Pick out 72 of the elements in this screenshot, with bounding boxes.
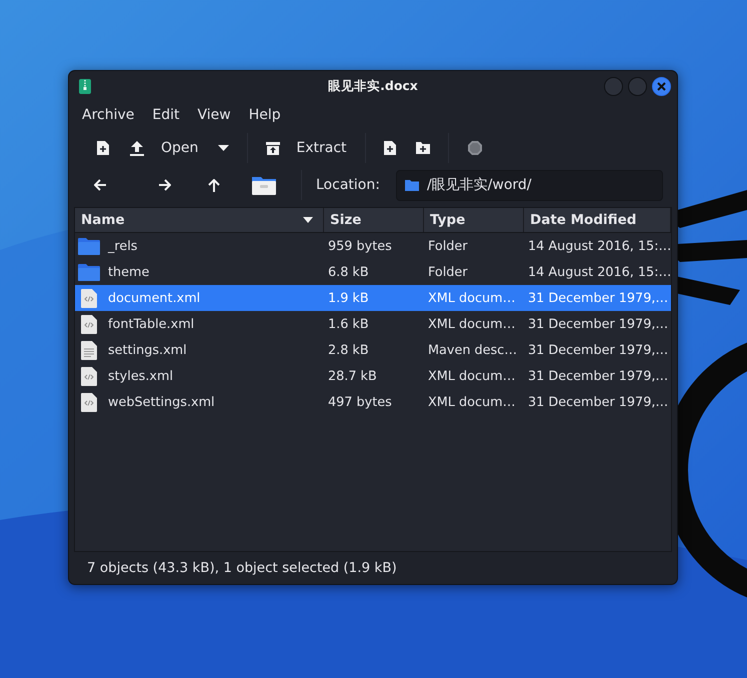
upload-icon <box>129 140 145 156</box>
menu-item[interactable]: Edit <box>143 107 189 123</box>
file-row[interactable]: fontTable.xml 1.6 kB XML docum… 31 December 1979,… <box>75 311 671 337</box>
folder-icon <box>252 175 276 195</box>
column-header[interactable]: Size <box>324 208 424 232</box>
stop-icon <box>466 140 483 156</box>
file-size: 28.7 kB <box>327 368 378 384</box>
close-icon <box>657 82 666 90</box>
back-arrow-icon <box>94 179 106 191</box>
box-icon <box>266 142 280 154</box>
file-type: XML docum… <box>427 394 516 410</box>
text-file-icon <box>81 340 97 360</box>
file-name: theme <box>107 264 150 280</box>
file-size: 2.8 kB <box>327 342 370 358</box>
file-name: styles.xml <box>107 368 174 384</box>
file-size: 1.9 kB <box>327 290 370 306</box>
file-date: 31 December 1979,… <box>527 316 670 332</box>
open-button[interactable]: Open <box>119 133 208 163</box>
location-label: Location: <box>301 170 380 200</box>
file-type: Maven desc… <box>427 342 518 358</box>
caret-icon <box>218 145 230 151</box>
xml-file-icon <box>81 392 97 412</box>
file-type: XML docum… <box>427 316 516 332</box>
file-row[interactable]: theme 6.8 kB Folder 14 August 2016, 15:… <box>75 259 671 285</box>
extract-button[interactable]: Extract <box>256 133 357 163</box>
sort-caret-icon <box>303 217 313 223</box>
file-row[interactable]: _rels 959 bytes Folder 14 August 2016, 15:… <box>75 233 671 259</box>
status-text: 7 objects (43.3 kB), 1 object selected (1.9 kB) <box>87 560 397 576</box>
close-button[interactable] <box>652 76 671 96</box>
file-size: 959 bytes <box>327 238 393 254</box>
file-row[interactable]: styles.xml 28.7 kB XML docum… 31 December 1979,… <box>75 363 671 389</box>
menu-item[interactable]: Help <box>240 107 290 123</box>
column-header[interactable]: Date Modified <box>524 208 671 232</box>
add-file-icon <box>384 141 396 155</box>
menu-item[interactable]: Archive <box>73 107 144 123</box>
file-name: webSettings.xml <box>107 394 216 410</box>
file-type: Folder <box>427 238 469 254</box>
file-name: document.xml <box>107 290 202 306</box>
add-folder-icon <box>416 142 430 154</box>
new-file-icon <box>97 141 109 155</box>
column-header[interactable]: Type <box>424 208 524 232</box>
location-field[interactable]: /眼见非实/word/ <box>396 170 663 200</box>
file-row[interactable]: settings.xml 2.8 kB Maven desc… 31 December 1979,… <box>75 337 671 363</box>
forward-arrow-icon <box>158 179 170 191</box>
file-size: 497 bytes <box>327 394 393 410</box>
file-date: 31 December 1979,… <box>527 342 670 358</box>
window-title: 眼见非实.docx <box>328 78 418 94</box>
xml-file-icon <box>81 366 97 386</box>
folder-icon <box>404 180 419 190</box>
file-row[interactable]: webSettings.xml 497 bytes XML docum… 31 December 1979,… <box>75 389 671 415</box>
file-type: Folder <box>427 264 469 280</box>
file-name: settings.xml <box>107 342 188 358</box>
archive-app-icon <box>79 78 91 94</box>
file-row[interactable]: document.xml 1.9 kB XML docum… 31 December 1979,… <box>75 285 671 311</box>
file-date: 31 December 1979,… <box>527 394 670 410</box>
file-date: 31 December 1979,… <box>527 290 670 306</box>
xml-file-icon <box>81 314 97 334</box>
folder-icon <box>78 264 100 280</box>
file-type: XML docum… <box>427 290 516 306</box>
file-date: 14 August 2016, 15:… <box>527 238 672 254</box>
folder-icon <box>78 238 100 254</box>
file-name: fontTable.xml <box>107 316 196 332</box>
file-size: 6.8 kB <box>327 264 370 280</box>
file-type: XML docum… <box>427 368 516 384</box>
file-name: _rels <box>106 238 138 254</box>
column-header[interactable]: Name <box>75 208 324 232</box>
file-date: 14 August 2016, 15:… <box>527 264 672 280</box>
menu-item[interactable]: View <box>188 107 240 123</box>
up-arrow-icon <box>208 178 220 192</box>
file-size: 1.6 kB <box>327 316 370 332</box>
file-date: 31 December 1979,… <box>527 368 670 384</box>
xml-file-icon <box>81 288 97 308</box>
